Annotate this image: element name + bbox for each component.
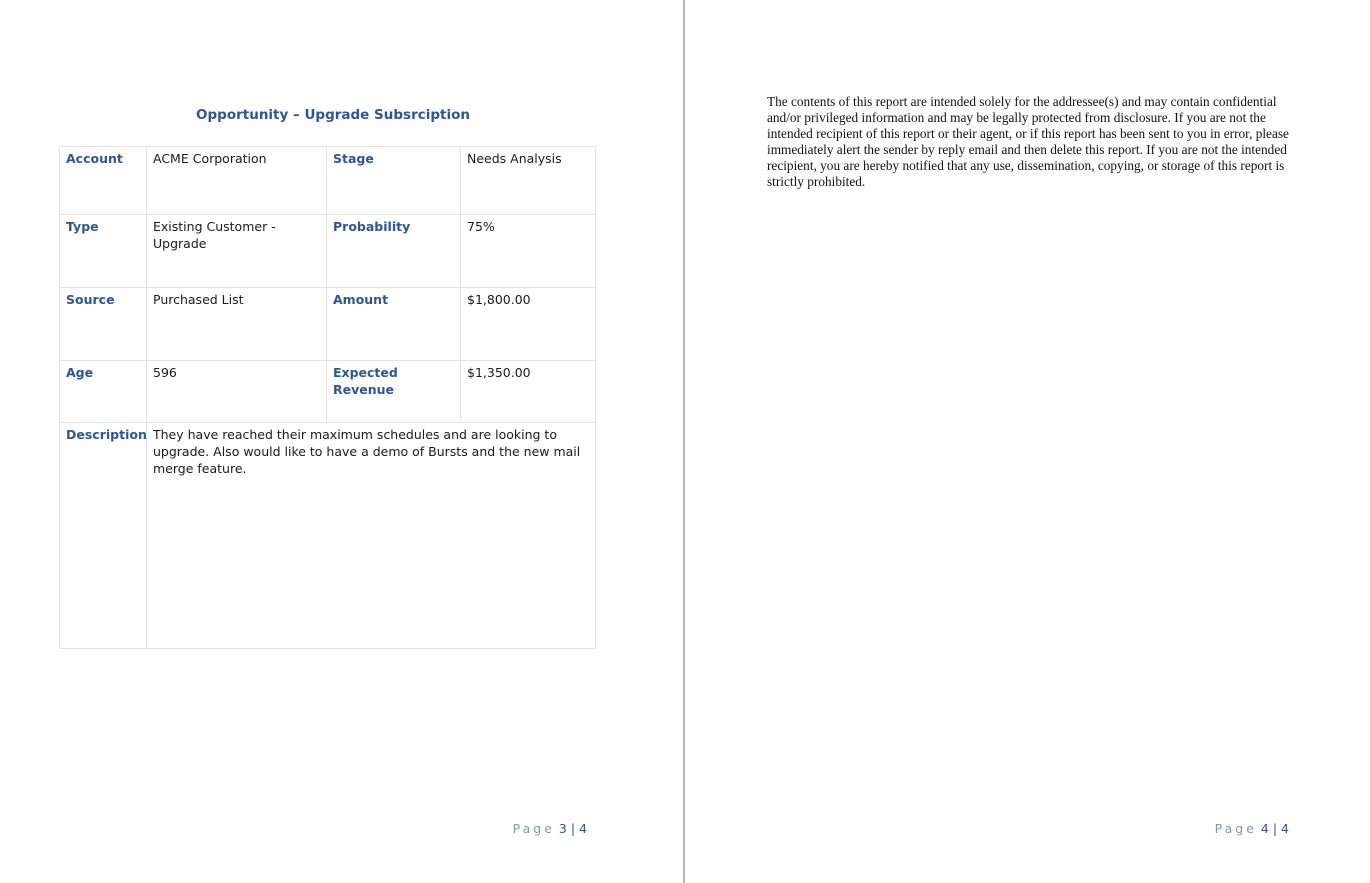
page-separator-bar: | (570, 821, 576, 836)
table-row: Description They have reached their maxi… (59, 422, 596, 649)
probability-value: 75% (460, 214, 596, 288)
stage-label: Stage (326, 146, 461, 215)
probability-label: Probability (326, 214, 461, 288)
page-footer: Page 3 | 4 (513, 821, 587, 836)
page-number: 4 (1260, 821, 1269, 836)
page-number: 3 (558, 821, 567, 836)
type-value: Existing Customer - Upgrade (146, 214, 327, 288)
opportunity-title: Opportunity – Upgrade Subsrciption (196, 107, 470, 123)
page-word: Page (1214, 821, 1257, 836)
page-total: 4 (579, 821, 587, 836)
description-label: Description (59, 422, 147, 649)
page-3: Opportunity – Upgrade Subsrciption Accou… (0, 0, 684, 883)
amount-label: Amount (326, 287, 461, 361)
account-value: ACME Corporation (146, 146, 327, 215)
age-label: Age (59, 360, 147, 423)
table-row: Type Existing Customer - Upgrade Probabi… (59, 214, 596, 288)
description-value: They have reached their maximum schedule… (146, 422, 596, 649)
age-value: 596 (146, 360, 327, 423)
page-4: The contents of this report are intended… (685, 0, 1370, 883)
type-label: Type (59, 214, 147, 288)
stage-value: Needs Analysis (460, 146, 596, 215)
amount-value: $1,800.00 (460, 287, 596, 361)
page-footer: Page 4 | 4 (1215, 821, 1289, 836)
table-row: Source Purchased List Amount $1,800.00 (59, 287, 596, 361)
source-label: Source (59, 287, 147, 361)
document-viewer: Opportunity – Upgrade Subsrciption Accou… (0, 0, 1370, 883)
page-separator-bar: | (1272, 821, 1278, 836)
source-value: Purchased List (146, 287, 327, 361)
confidentiality-disclaimer: The contents of this report are intended… (767, 94, 1289, 189)
expected-revenue-value: $1,350.00 (460, 360, 596, 423)
page-total: 4 (1281, 821, 1289, 836)
page-word: Page (512, 821, 555, 836)
expected-revenue-label: Expected Revenue (326, 360, 461, 423)
table-row: Account ACME Corporation Stage Needs Ana… (59, 146, 596, 215)
account-label: Account (59, 146, 147, 215)
opportunity-details-table: Account ACME Corporation Stage Needs Ana… (59, 146, 596, 649)
table-row: Age 596 Expected Revenue $1,350.00 (59, 360, 596, 423)
